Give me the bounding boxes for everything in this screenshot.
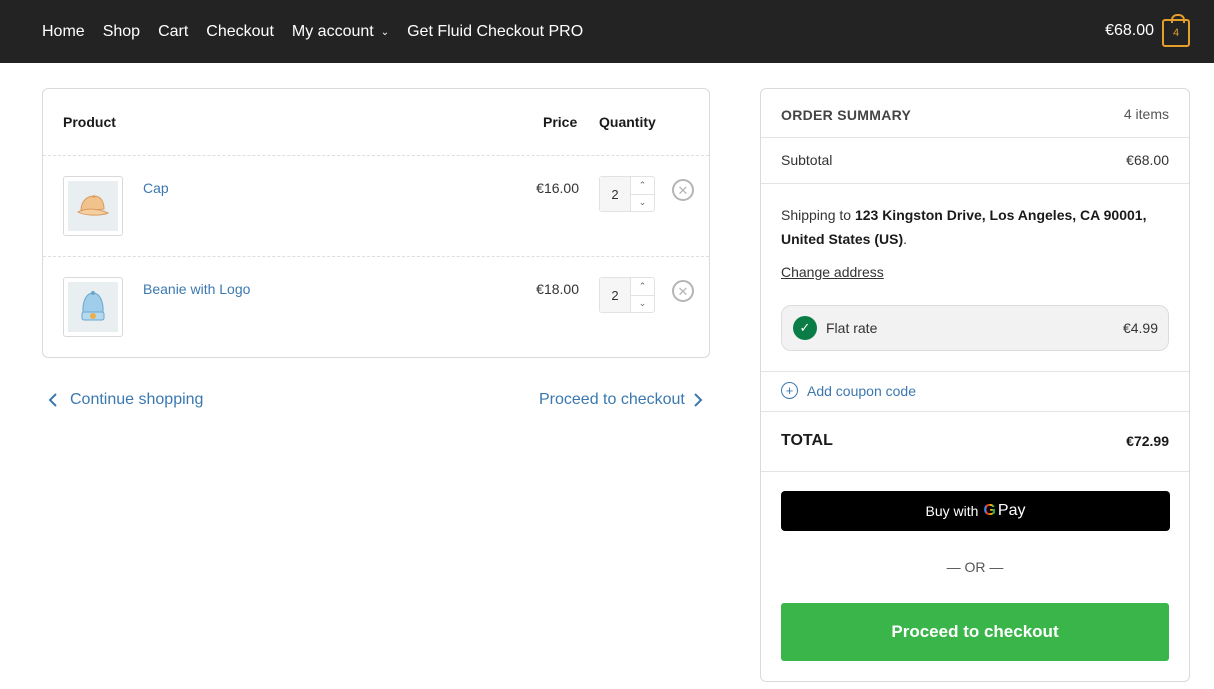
- cap-icon: [76, 195, 110, 216]
- nav-cart[interactable]: Cart: [158, 23, 188, 41]
- divider: [761, 411, 1189, 412]
- product-price: €16.00: [536, 180, 579, 196]
- or-separator: — OR —: [946, 559, 1004, 575]
- product-price: €18.00: [536, 281, 579, 297]
- nav-home[interactable]: Home: [42, 23, 85, 41]
- remove-item-icon[interactable]: ✕: [672, 179, 694, 201]
- chevron-down-icon[interactable]: ⌄: [631, 195, 654, 212]
- product-link-beanie-with-logo[interactable]: Beanie with Logo: [143, 281, 250, 297]
- divider: [761, 183, 1189, 184]
- google-pay-label: Pay: [997, 502, 1026, 519]
- subtotal-value: €68.00: [1126, 152, 1169, 168]
- product-link-cap[interactable]: Cap: [143, 180, 169, 196]
- chevron-left-icon: [48, 393, 57, 407]
- google-g-icon: G: [983, 502, 996, 519]
- site-header: Home Shop Cart Checkout My account ⌄ Get…: [0, 0, 1214, 63]
- continue-shopping-label: Continue shopping: [70, 391, 204, 408]
- order-summary: ORDER SUMMARY 4 items Subtotal €68.00 Sh…: [760, 88, 1190, 682]
- continue-shopping-link[interactable]: Continue shopping: [47, 391, 203, 409]
- shipping-prefix: Shipping to: [781, 207, 852, 223]
- order-summary-title: ORDER SUMMARY: [781, 107, 912, 123]
- total-label: TOTAL: [781, 432, 833, 449]
- nav-my-account-label: My account: [291, 22, 374, 40]
- shipping-destination: Shipping to 123 Kingston Drive, Los Ange…: [781, 203, 1181, 251]
- column-header-quantity: Quantity: [599, 114, 656, 130]
- column-header-price: Price: [543, 114, 578, 130]
- add-coupon-link[interactable]: + Add coupon code: [781, 382, 916, 399]
- shipping-rate-value: €4.99: [1122, 320, 1158, 336]
- product-thumbnail[interactable]: [63, 277, 123, 337]
- divider: [761, 471, 1189, 472]
- chevron-up-icon[interactable]: ⌃: [631, 278, 654, 296]
- product-thumbnail[interactable]: [63, 176, 123, 236]
- primary-nav: Home Shop Cart Checkout My account ⌄ Get…: [42, 0, 601, 63]
- add-coupon-label: Add coupon code: [807, 382, 916, 399]
- shopping-bag-icon[interactable]: 4: [1162, 14, 1190, 47]
- proceed-to-checkout-link[interactable]: Proceed to checkout: [539, 391, 704, 409]
- subtotal-label: Subtotal: [781, 152, 833, 168]
- cart-count-badge: 4: [1172, 27, 1180, 39]
- quantity-stepper[interactable]: 2 ⌃ ⌄: [599, 277, 655, 313]
- quantity-input[interactable]: 2: [600, 177, 630, 211]
- total-value: €72.99: [1126, 433, 1169, 449]
- nav-get-pro[interactable]: Get Fluid Checkout PRO: [407, 23, 583, 41]
- change-address-link[interactable]: Change address: [781, 264, 884, 280]
- header-cart-total[interactable]: €68.00: [1105, 22, 1154, 40]
- beanie-icon: [81, 291, 105, 321]
- row-divider: [43, 256, 709, 257]
- column-header-product: Product: [63, 114, 116, 130]
- cart-table: Product Price Quantity Cap €16.00 2 ⌃ ⌄ …: [42, 88, 710, 358]
- checkmark-icon: ✓: [793, 316, 817, 340]
- row-divider: [43, 155, 709, 156]
- google-pay-button[interactable]: Buy with G Pay: [781, 491, 1170, 531]
- proceed-to-checkout-label: Proceed to checkout: [539, 391, 685, 408]
- quantity-input[interactable]: 2: [600, 278, 630, 312]
- nav-my-account[interactable]: My account ⌄: [292, 23, 389, 41]
- chevron-down-icon[interactable]: ⌄: [631, 296, 654, 313]
- remove-item-icon[interactable]: ✕: [672, 280, 694, 302]
- nav-shop[interactable]: Shop: [103, 23, 140, 41]
- divider: [761, 137, 1189, 138]
- chevron-up-icon[interactable]: ⌃: [631, 177, 654, 195]
- google-pay-prefix: Buy with: [925, 503, 979, 519]
- quantity-stepper[interactable]: 2 ⌃ ⌄: [599, 176, 655, 212]
- shipping-rate-label: Flat rate: [826, 320, 878, 336]
- shipping-suffix: .: [903, 231, 908, 247]
- shipping-rate-option[interactable]: ✓ Flat rate €4.99: [781, 305, 1169, 351]
- chevron-right-icon: [694, 393, 703, 407]
- nav-checkout[interactable]: Checkout: [206, 23, 274, 41]
- chevron-down-icon: ⌄: [380, 27, 390, 38]
- proceed-to-checkout-button[interactable]: Proceed to checkout: [781, 603, 1169, 661]
- order-items-count: 4 items: [1123, 106, 1169, 122]
- plus-circle-icon: +: [781, 382, 798, 399]
- divider: [761, 371, 1189, 372]
